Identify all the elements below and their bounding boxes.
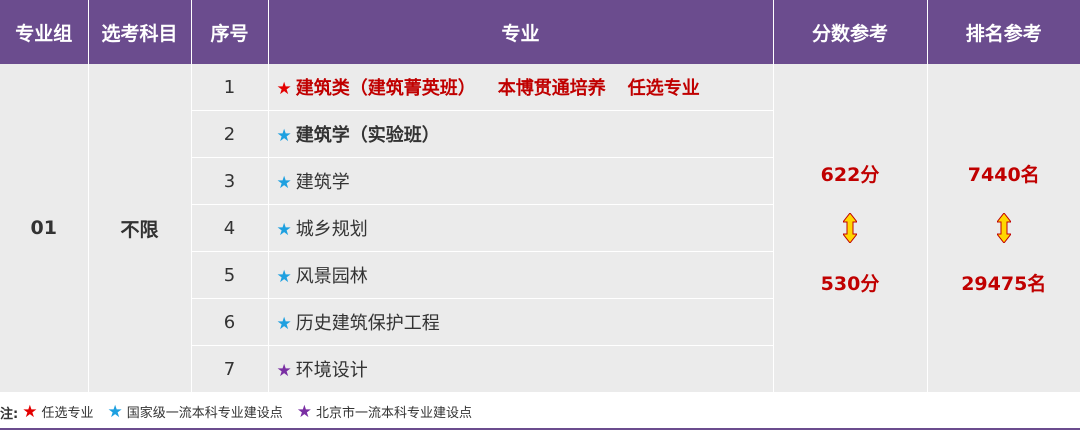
note-item-text: 国家级一流本科专业建设点: [126, 406, 283, 421]
rank-cell: 7440名 29475名: [927, 64, 1080, 392]
header-major: 专业: [268, 0, 774, 64]
major-cell: ★ 环境设计: [268, 345, 774, 392]
major-cell: ★ 建筑类（建筑菁英班） 本博贯通培养 任选专业: [268, 64, 774, 111]
score-high: 622分: [820, 164, 880, 186]
major-name: 城乡规划: [295, 219, 368, 240]
star-icon: ★: [276, 220, 292, 240]
major-name: 建筑学: [295, 172, 350, 193]
star-icon: ★: [276, 361, 292, 381]
major-tag: 任选专业: [627, 78, 700, 99]
major-name: 风景园林: [295, 266, 368, 287]
number-cell: 5: [191, 251, 269, 299]
rank-low: 29475名: [961, 273, 1047, 295]
header-score: 分数参考: [773, 0, 928, 64]
major-name: 建筑学（实验班）: [295, 125, 440, 146]
double-arrow-icon: [843, 213, 857, 243]
header-subject: 选考科目: [88, 0, 192, 64]
star-icon: ★: [276, 126, 292, 146]
note-item-text: 任选专业: [41, 406, 94, 421]
note-item-beijing: ★ 北京市一流本科专业建设点: [297, 402, 472, 422]
note-item-elective: ★ 任选专业: [22, 402, 93, 422]
major-name: 建筑类（建筑菁英班）: [295, 78, 476, 99]
purple-star-icon: ★: [296, 402, 312, 422]
note-label: 注:: [0, 406, 19, 422]
major-name: 历史建筑保护工程: [295, 313, 440, 334]
table-body: 01 不限 1 ★ 建筑类（建筑菁英班） 本博贯通培养 任选专业 622分 530分 7440名 2…: [0, 64, 1080, 392]
subject-cell: 不限: [88, 64, 192, 392]
major-program: 本博贯通培养: [497, 78, 606, 99]
group-cell: 01: [0, 64, 89, 392]
major-name: 环境设计: [295, 360, 368, 381]
star-icon: ★: [276, 79, 292, 99]
star-icon: ★: [276, 267, 292, 287]
note-item-national: ★ 国家级一流本科专业建设点: [107, 402, 282, 422]
major-cell: ★ 历史建筑保护工程: [268, 298, 774, 346]
legend-note: 注: ★ 任选专业 ★ 国家级一流本科专业建设点 ★ 北京市一流本科专业建设点: [0, 397, 1080, 427]
number-cell: 3: [191, 157, 269, 205]
double-arrow-icon: [996, 213, 1011, 243]
number-cell: 2: [191, 110, 269, 158]
blue-star-icon: ★: [107, 402, 123, 422]
note-item-text: 北京市一流本科专业建设点: [315, 406, 472, 421]
major-cell: ★ 风景园林: [268, 251, 774, 299]
score-cell: 622分 530分: [773, 64, 928, 392]
bottom-divider: [0, 428, 1080, 430]
major-cell: ★ 建筑学: [268, 157, 774, 205]
score-low: 530分: [820, 273, 880, 295]
star-icon: ★: [276, 314, 292, 334]
admission-table-page: 专业组 选考科目 序号 专业 分数参考 排名参考 01 不限 1 ★ 建筑类（建筑菁英班…: [0, 0, 1080, 431]
table-row: 01 不限 1 ★ 建筑类（建筑菁英班） 本博贯通培养 任选专业 622分 530分 7440名 2…: [0, 64, 1080, 392]
number-cell: 4: [191, 204, 269, 252]
major-cell: ★ 建筑学（实验班）: [268, 110, 774, 158]
star-icon: ★: [276, 173, 292, 193]
rank-high: 7440名: [967, 164, 1040, 186]
header-group: 专业组: [0, 0, 89, 64]
red-star-icon: ★: [22, 402, 38, 422]
number-cell: 1: [191, 64, 269, 111]
header-row: 专业组 选考科目 序号 专业 分数参考 排名参考: [0, 0, 1080, 64]
number-cell: 6: [191, 298, 269, 346]
header-rank: 排名参考: [927, 0, 1080, 64]
header-number: 序号: [191, 0, 269, 64]
number-cell: 7: [191, 345, 269, 392]
major-cell: ★ 城乡规划: [268, 204, 774, 252]
admission-table: 专业组 选考科目 序号 专业 分数参考 排名参考 01 不限 1 ★ 建筑类（建筑菁英班…: [0, 0, 1080, 392]
